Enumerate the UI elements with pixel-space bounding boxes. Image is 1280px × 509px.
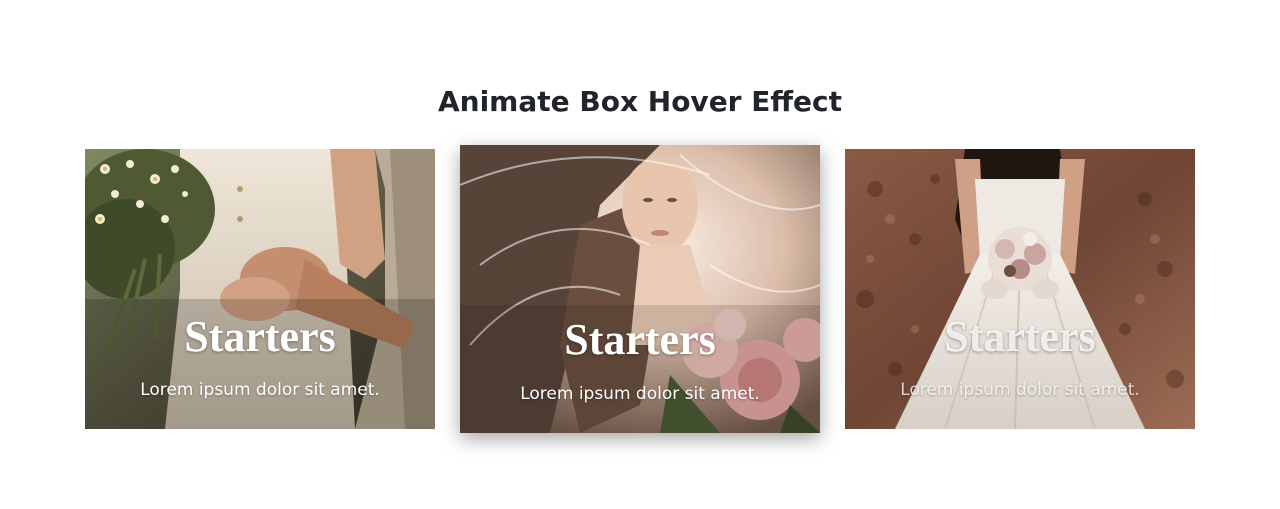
card-starters-3[interactable]: Starters Lorem ipsum dolor sit amet. bbox=[845, 149, 1195, 429]
card-description: Lorem ipsum dolor sit amet. bbox=[520, 384, 760, 404]
card-starters-1[interactable]: Starters Lorem ipsum dolor sit amet. bbox=[85, 149, 435, 429]
card-description: Lorem ipsum dolor sit amet. bbox=[140, 380, 380, 400]
page-title: Animate Box Hover Effect bbox=[437, 85, 843, 118]
card-title: Starters bbox=[184, 312, 336, 361]
card-description: Lorem ipsum dolor sit amet. bbox=[900, 380, 1140, 400]
card-title: Starters bbox=[944, 312, 1096, 361]
card-starters-2[interactable]: Starters Lorem ipsum dolor sit amet. bbox=[460, 145, 820, 433]
card-title: Starters bbox=[564, 315, 716, 364]
page: Animate Box Hover Effect Starters Lorem … bbox=[0, 0, 1280, 509]
